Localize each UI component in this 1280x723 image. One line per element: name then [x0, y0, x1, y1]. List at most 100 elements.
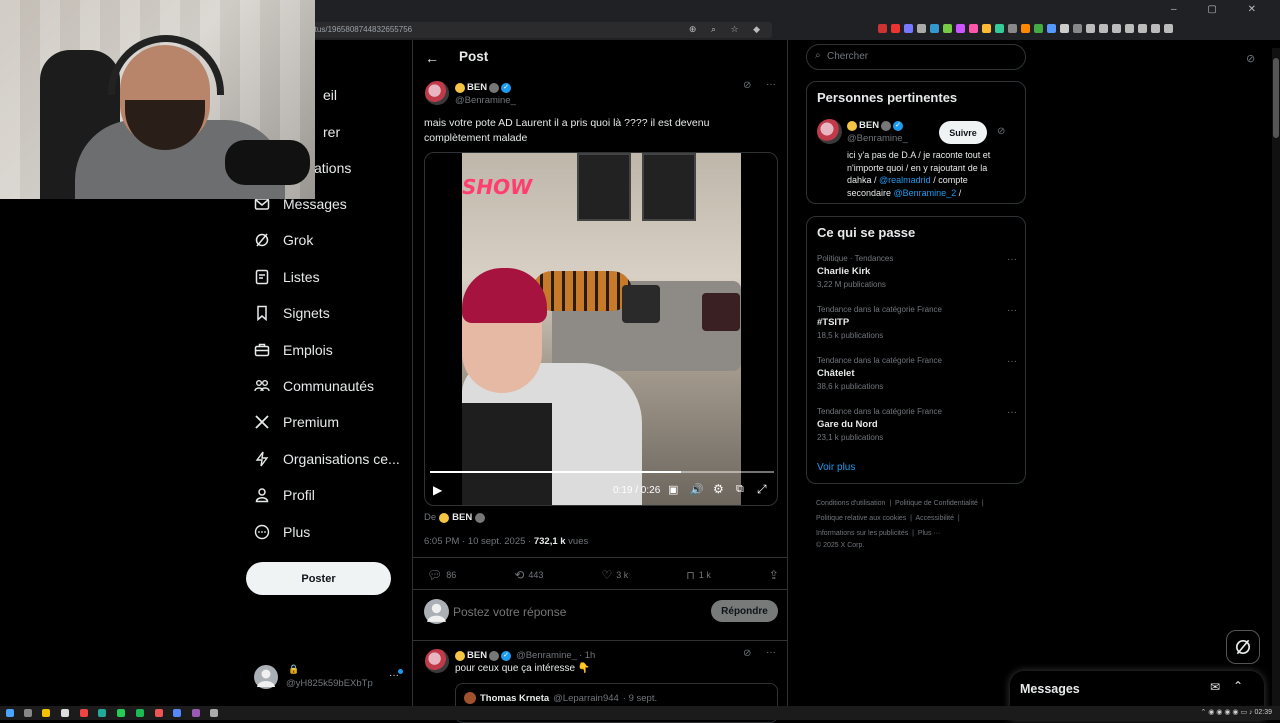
more-options-icon[interactable]: ··· — [1007, 356, 1017, 367]
app-icon[interactable] — [98, 709, 106, 717]
reply-input[interactable] — [453, 602, 693, 622]
maximize-icon[interactable]: ▢ — [1207, 4, 1230, 15]
bookmark-action[interactable]: ⊓ 1 k — [686, 565, 711, 585]
retweet-action[interactable]: ⟲ 443 — [514, 565, 543, 585]
extension-icon[interactable] — [995, 24, 1004, 33]
extension-icon[interactable] — [1086, 24, 1095, 33]
extension-icon[interactable] — [878, 24, 887, 33]
post-button[interactable]: Poster — [246, 562, 391, 595]
footer-link[interactable]: Accessibilité — [916, 515, 955, 522]
author-handle[interactable]: @Benramine_ — [455, 95, 516, 106]
extension-icon[interactable] — [1125, 24, 1134, 33]
app-icon[interactable] — [155, 709, 163, 717]
extension-icon[interactable] — [930, 24, 939, 33]
footer-link[interactable]: Politique relative aux cookies — [816, 515, 906, 522]
spotify-icon[interactable] — [136, 709, 144, 717]
close-icon[interactable]: ✕ — [1248, 4, 1270, 15]
footer-link[interactable]: Conditions d'utilisation — [816, 500, 885, 507]
tweet-timestamp[interactable]: 6:05 PM · 10 sept. 2025 · — [424, 536, 534, 547]
extension-icon[interactable] — [891, 24, 900, 33]
minimize-icon[interactable]: – — [1171, 4, 1191, 15]
extension-icon[interactable] — [1034, 24, 1043, 33]
reply-author-row[interactable]: BEN ✓ @Benramine_ · 1h — [455, 650, 595, 661]
source-name[interactable]: BEN — [452, 512, 472, 523]
grok-analyze-icon[interactable]: ⊘ — [743, 648, 751, 659]
extension-icon[interactable] — [1099, 24, 1108, 33]
nav-more[interactable]: Plus — [254, 520, 310, 544]
follow-button[interactable]: Suivre — [939, 121, 987, 144]
scrollbar-thumb[interactable] — [1273, 58, 1279, 138]
nav-grok[interactable]: Grok — [254, 228, 313, 252]
relevant-name-row[interactable]: BEN ✓ — [847, 120, 904, 131]
search-icon[interactable] — [24, 709, 32, 717]
system-tray[interactable]: ⌃ ◉ ◉ ◉ ◉ ▭ ♪ 02:39 — [1200, 708, 1272, 716]
back-arrow-icon[interactable]: ← — [425, 50, 439, 66]
app-icon[interactable] — [192, 709, 200, 717]
file-explorer-icon[interactable] — [42, 709, 50, 717]
footer-link[interactable]: Informations sur les publicités — [816, 530, 908, 537]
like-action[interactable]: ♡ 3 k — [601, 565, 628, 585]
play-icon[interactable]: ▶ — [433, 483, 442, 497]
extension-icon[interactable] — [1021, 24, 1030, 33]
grok-analyze-icon[interactable]: ⊘ — [743, 80, 751, 91]
expand-up-icon[interactable]: ⌃ — [1233, 679, 1243, 693]
trend-item[interactable]: Tendance dans la catégorie France Châtel… — [817, 356, 1017, 391]
extension-icon[interactable] — [956, 24, 965, 33]
bio-mention-link[interactable]: @Benramine_2 — [894, 188, 957, 198]
nav-lists[interactable]: Listes — [254, 265, 320, 289]
window-controls[interactable]: – ▢ ✕ — [1171, 4, 1270, 15]
reply-button[interactable]: Répondre — [711, 600, 778, 622]
captions-icon[interactable]: ▣ — [668, 483, 678, 496]
search-input[interactable]: ⌕ Chercher — [806, 44, 1026, 70]
relevant-avatar[interactable] — [817, 119, 842, 144]
extension-icon[interactable] — [904, 24, 913, 33]
account-switcher[interactable]: 🔒 @yH825k59bEXbTp ··· — [254, 662, 404, 692]
extension-icon[interactable] — [982, 24, 991, 33]
extension-icon[interactable] — [1151, 24, 1160, 33]
bio-mention-link[interactable]: @realmadrid — [879, 175, 931, 185]
share-action[interactable]: ⇪ — [769, 565, 779, 585]
extension-icon[interactable] — [1164, 24, 1173, 33]
more-options-icon[interactable]: ··· — [1007, 254, 1017, 265]
extension-icon[interactable] — [1008, 24, 1017, 33]
trend-item[interactable]: Politique · Tendances Charlie Kirk 3,22 … — [817, 254, 1017, 289]
block-icon[interactable]: ⊘ — [1246, 52, 1255, 65]
trend-item[interactable]: Tendance dans la catégorie France #TSITP… — [817, 305, 1017, 340]
extension-icon[interactable] — [969, 24, 978, 33]
footer-link[interactable]: Politique de Confidentialité — [895, 500, 978, 507]
show-more-link[interactable]: Voir plus — [817, 462, 855, 473]
settings-gear-icon[interactable]: ⚙ — [713, 482, 724, 496]
scrollbar[interactable] — [1272, 48, 1280, 710]
trend-item[interactable]: Tendance dans la catégorie France Gare d… — [817, 407, 1017, 442]
compose-message-icon[interactable]: ✉ — [1210, 680, 1220, 694]
nav-bookmarks[interactable]: Signets — [254, 301, 330, 325]
hide-icon[interactable]: ⊘ — [997, 126, 1005, 137]
app-icon[interactable] — [210, 709, 218, 717]
nav-organizations[interactable]: Organisations ce... — [254, 447, 400, 471]
reply-author-avatar[interactable] — [425, 649, 449, 673]
footer-link[interactable]: Plus ··· — [918, 530, 941, 537]
extension-icon[interactable] — [1047, 24, 1056, 33]
whatsapp-icon[interactable] — [117, 709, 125, 717]
video-player[interactable]: SHOW ▶ 0:19 / 0:26 ▣ 🔊 ⚙ ⧉ ⤢ — [424, 152, 778, 506]
extension-icon[interactable] — [1112, 24, 1121, 33]
picture-in-picture-icon[interactable]: ⧉ — [736, 483, 744, 496]
more-options-icon[interactable]: ··· — [766, 647, 776, 658]
more-options-icon[interactable]: ··· — [1007, 407, 1017, 418]
more-options-icon[interactable]: ··· — [766, 79, 776, 90]
extension-icon[interactable] — [1073, 24, 1082, 33]
start-icon[interactable] — [6, 709, 14, 717]
volume-icon[interactable]: 🔊 — [690, 483, 704, 496]
fullscreen-icon[interactable]: ⤢ — [757, 482, 767, 497]
extension-icon[interactable] — [1138, 24, 1147, 33]
nav-communities[interactable]: Communautés — [254, 374, 374, 398]
more-options-icon[interactable]: ··· — [1007, 305, 1017, 316]
nav-jobs[interactable]: Emplois — [254, 338, 333, 362]
nav-profile[interactable]: Profil — [254, 483, 315, 507]
author-name-row[interactable]: BEN ✓ — [455, 82, 512, 93]
extension-icon[interactable] — [917, 24, 926, 33]
extension-icon[interactable] — [943, 24, 952, 33]
extension-icon[interactable] — [1060, 24, 1069, 33]
address-bar[interactable]: status/1965808744832655756 ⊕ ⌕ ☆ ◆ — [300, 22, 772, 38]
nav-premium[interactable]: Premium — [254, 410, 339, 434]
